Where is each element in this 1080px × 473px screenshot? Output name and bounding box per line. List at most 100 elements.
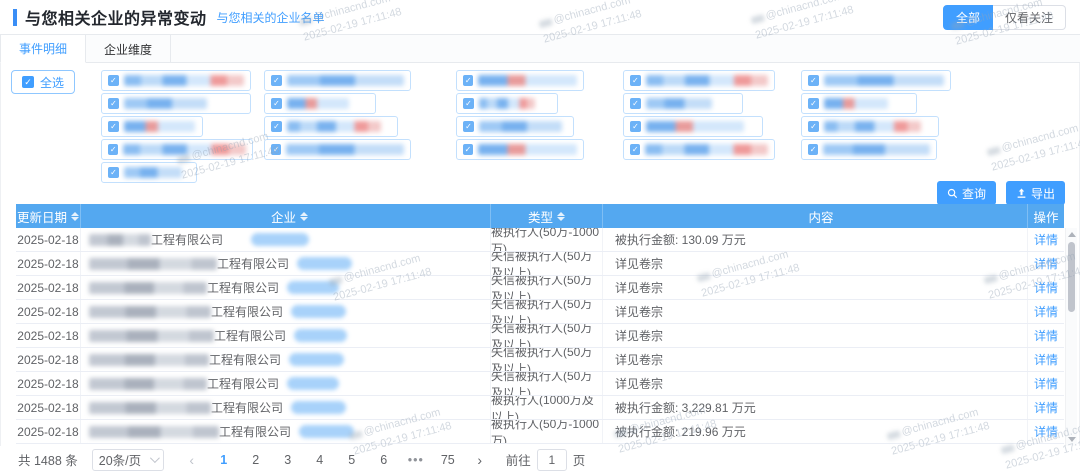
row-type: 失信被执行人(50万及以上) [491,348,603,371]
row-content: 详见卷宗 [603,324,1028,347]
filter-watched-only-button[interactable]: 仅看关注 [993,5,1066,30]
filter-option-checkbox[interactable]: ✓ [101,139,253,160]
checkbox-checked-icon: ✓ [463,98,474,109]
censored-company-tag[interactable] [291,401,346,414]
scroll-down-icon[interactable] [1068,437,1076,442]
row-type: 被执行人(50万-1000万) [491,228,603,251]
censored-company-tag[interactable] [291,305,346,318]
filter-option-checkbox[interactable]: ✓ [264,70,411,91]
export-button[interactable]: 导出 [1006,181,1065,205]
next-page-button[interactable]: › [467,449,493,471]
detail-link[interactable]: 详情 [1034,375,1058,392]
scroll-up-icon[interactable] [1068,232,1076,237]
censored-company-tag[interactable] [287,281,339,294]
censored-company-tag[interactable] [251,233,309,246]
tab-company-dimension[interactable]: 企业维度 [86,35,171,63]
filter-option-checkbox[interactable]: ✓ [101,116,203,137]
row-operation: 详情 [1028,252,1064,275]
censored-company-tag[interactable] [294,329,347,342]
censored-company-prefix [89,378,207,390]
row-date: 2025-02-18 [16,300,81,323]
censored-company-tag[interactable] [297,257,352,270]
page-number-4[interactable]: 4 [307,449,333,471]
more-pages-icon[interactable]: ••• [403,449,429,471]
page-number-1[interactable]: 1 [211,449,237,471]
detail-link[interactable]: 详情 [1034,303,1058,320]
detail-link[interactable]: 详情 [1034,327,1058,344]
column-header-1[interactable]: 更新日期 [16,204,81,228]
sort-carets-icon[interactable] [71,212,79,221]
row-content: 详见卷宗 [603,372,1028,395]
page-title: 与您相关企业的异常变动 [25,5,207,29]
checkbox-checked-icon: ✓ [108,98,119,109]
filter-option-checkbox[interactable]: ✓ [801,139,937,160]
filter-option-checkbox[interactable]: ✓ [264,139,411,160]
filter-option-checkbox[interactable]: ✓ [101,162,197,183]
filter-option-checkbox[interactable]: ✓ [456,93,558,114]
detail-link[interactable]: 详情 [1034,423,1058,440]
filter-option-checkbox[interactable]: ✓ [456,70,584,91]
filter-option-checkbox[interactable]: ✓ [623,116,763,137]
query-button[interactable]: 查询 [937,181,996,205]
detail-link[interactable]: 详情 [1034,255,1058,272]
filter-option-checkbox[interactable]: ✓ [801,70,951,91]
censored-option-label [645,144,768,155]
filter-option-checkbox[interactable]: ✓ [801,93,917,114]
censored-company-tag[interactable] [299,425,354,438]
page-number-75[interactable]: 75 [435,449,461,471]
goto-page-input[interactable] [537,449,567,471]
query-button-label: 查询 [962,185,986,202]
column-header-label: 内容 [808,207,833,226]
filter-option-checkbox[interactable]: ✓ [801,116,939,137]
censored-option-label [824,121,921,132]
page-number-3[interactable]: 3 [275,449,301,471]
row-type: 被执行人(50万-1000万) [491,420,603,443]
page-size-select[interactable]: 20条/页 [92,449,164,471]
row-date: 2025-02-18 [16,324,81,347]
sort-carets-icon[interactable] [300,212,308,221]
column-header-3[interactable]: 类型 [491,204,603,228]
row-type: 失信被执行人(50万及以上) [491,252,603,275]
row-company: 工程有限公司 [81,372,491,395]
filter-option-checkbox[interactable]: ✓ [623,139,775,160]
row-content: 被执行金额: 219.96 万元 [603,420,1028,443]
table-row: 2025-02-18工程有限公司失信被执行人(50万及以上)详见卷宗详情 [16,372,1064,396]
filter-option-checkbox[interactable]: ✓ [264,116,398,137]
filter-option-checkbox[interactable]: ✓ [456,139,584,160]
prev-page-button[interactable]: ‹ [179,449,205,471]
censored-company-prefix [89,234,151,246]
select-all-checkbox[interactable]: ✓ 全选 [11,70,75,94]
detail-link[interactable]: 详情 [1034,279,1058,296]
row-date: 2025-02-18 [16,420,81,443]
filter-option-checkbox[interactable]: ✓ [456,116,574,137]
row-company: 工程有限公司 [81,276,491,299]
filter-option-checkbox[interactable]: ✓ [623,93,743,114]
filter-option-checkbox[interactable]: ✓ [623,70,775,91]
tab-event-detail[interactable]: 事件明细 [0,35,86,63]
table-scrollbar[interactable] [1065,228,1077,446]
censored-company-tag[interactable] [289,353,344,366]
row-operation: 详情 [1028,228,1064,251]
page-number-2[interactable]: 2 [243,449,269,471]
checkbox-checked-icon: ✓ [630,121,641,132]
detail-link[interactable]: 详情 [1034,231,1058,248]
detail-link[interactable]: 详情 [1034,351,1058,368]
page-number-6[interactable]: 6 [371,449,397,471]
filter-option-checkbox[interactable]: ✓ [264,93,376,114]
checkbox-checked-icon: ✓ [463,75,473,86]
events-table: 更新日期企业类型内容操作 2025-02-18工程有限公司被执行人(50万-10… [16,204,1064,444]
filter-option-checkbox[interactable]: ✓ [101,70,251,91]
scrollbar-thumb[interactable] [1068,242,1075,312]
page-number-5[interactable]: 5 [339,449,365,471]
related-company-list-link[interactable]: 与您相关的企业名单 [217,9,325,26]
censored-company-tag[interactable] [287,377,339,390]
censored-option-label [646,98,712,109]
checkbox-checked-icon: ✓ [630,98,641,109]
column-header-2[interactable]: 企业 [81,204,491,228]
detail-link[interactable]: 详情 [1034,399,1058,416]
filter-all-button[interactable]: 全部 [943,5,993,30]
filter-option-checkbox[interactable]: ✓ [101,93,251,114]
sort-carets-icon[interactable] [557,212,565,221]
censored-option-label [286,144,404,155]
column-header-4: 内容 [603,204,1028,228]
